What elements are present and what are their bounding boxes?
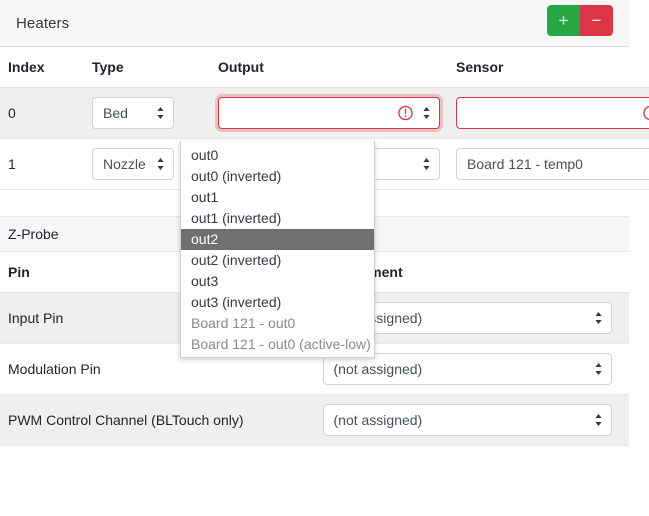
spinner-arrows-icon	[595, 414, 602, 426]
heater-output-select-0[interactable]	[218, 97, 440, 129]
heater-type-cell-0: Bed	[84, 87, 210, 139]
heater-type-select-1[interactable]: Nozzle	[92, 148, 174, 180]
spinner-arrows-icon	[423, 107, 430, 119]
output-options-dropdown[interactable]: out0 out0 (inverted) out1 out1 (inverted) ou…	[180, 141, 375, 358]
spinner-arrows-icon	[157, 158, 164, 170]
add-heater-button[interactable]: +	[547, 5, 580, 36]
zprobe-pwm-channel-value: (not assigned)	[333, 412, 423, 428]
app-screen: Heaters + − Index Type Output Sensor 0 B…	[0, 0, 649, 516]
dropdown-option-4[interactable]: out2	[181, 229, 374, 250]
zprobe-modulation-pin-value: (not assigned)	[333, 361, 423, 377]
heater-output-cell-0	[210, 87, 448, 139]
heater-sensor-select-1[interactable]: Board 121 - temp0	[456, 148, 649, 180]
zprobe-cell-pwm-channel: (not assigned)	[314, 394, 629, 446]
heater-sensor-cell-1: Board 121 - temp0	[448, 138, 649, 190]
spinner-arrows-icon	[595, 312, 602, 324]
table-row: 0 Bed	[0, 87, 649, 139]
heaters-toolbar: + −	[547, 5, 613, 36]
column-header-output: Output	[210, 47, 448, 88]
zprobe-pwm-channel-select[interactable]: (not assigned)	[322, 404, 612, 436]
dropdown-option-8[interactable]: Board 121 - out0	[181, 313, 374, 334]
heater-index-1: 1	[0, 138, 84, 190]
heater-type-select-0[interactable]: Bed	[92, 97, 174, 129]
spinner-arrows-icon	[157, 107, 164, 119]
exclamation-circle-icon	[643, 105, 649, 121]
page-title: Heaters	[16, 14, 70, 32]
heaters-table-head: Index Type Output Sensor	[0, 47, 649, 88]
exclamation-circle-icon	[398, 105, 413, 121]
column-header-index: Index	[0, 47, 84, 88]
heaters-header-row: Index Type Output Sensor	[0, 47, 649, 88]
heater-type-value-1: Nozzle	[103, 156, 146, 172]
table-row: PWM Control Channel (BLTouch only) (not …	[0, 394, 629, 446]
spinner-arrows-icon	[423, 158, 430, 170]
spinner-arrows-icon	[595, 363, 602, 375]
dropdown-option-9[interactable]: Board 121 - out0 (active-low)	[181, 334, 374, 355]
heater-type-value-0: Bed	[103, 105, 128, 121]
dropdown-option-7[interactable]: out3 (inverted)	[181, 292, 374, 313]
heater-index-0: 0	[0, 87, 84, 139]
remove-heater-button[interactable]: −	[580, 5, 613, 36]
dropdown-option-0[interactable]: out0	[181, 145, 374, 166]
dropdown-option-6[interactable]: out3	[181, 271, 374, 292]
heater-sensor-select-0[interactable]	[456, 97, 649, 129]
column-header-sensor: Sensor	[448, 47, 649, 88]
dropdown-option-5[interactable]: out2 (inverted)	[181, 250, 374, 271]
heater-sensor-cell-0	[448, 87, 649, 139]
dropdown-option-3[interactable]: out1 (inverted)	[181, 208, 374, 229]
dropdown-option-2[interactable]: out1	[181, 187, 374, 208]
heater-sensor-value-1: Board 121 - temp0	[467, 156, 583, 172]
dropdown-option-1[interactable]: out0 (inverted)	[181, 166, 374, 187]
heaters-panel-header: Heaters + −	[0, 0, 629, 47]
zprobe-label-pwm-channel: PWM Control Channel (BLTouch only)	[0, 394, 315, 446]
column-header-type: Type	[84, 47, 210, 88]
